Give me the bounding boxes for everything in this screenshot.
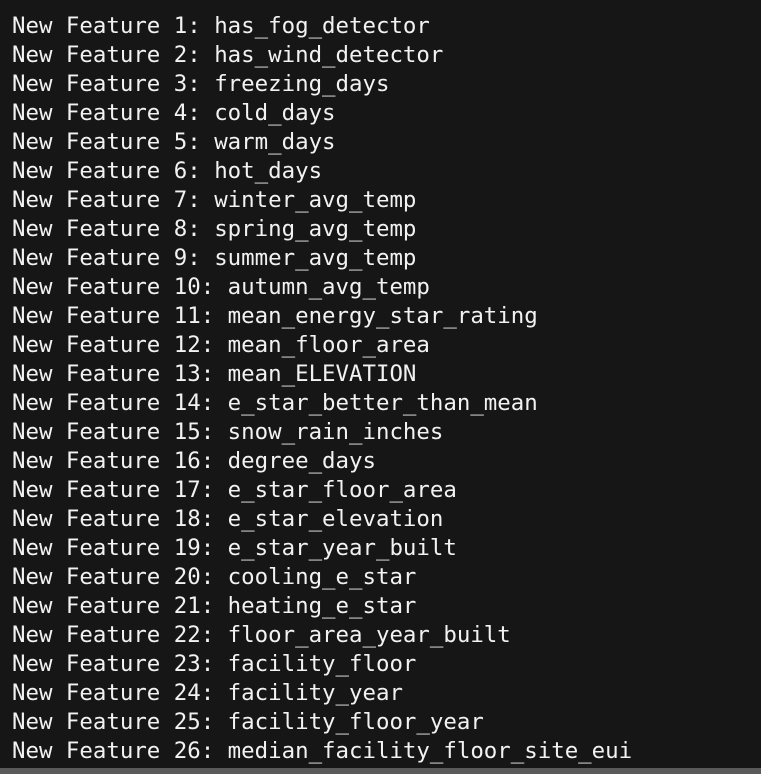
output-line: New Feature 19: e_star_year_built [12, 535, 457, 561]
output-line: New Feature 4: cold_days [12, 100, 336, 126]
horizontal-scrollbar[interactable] [0, 768, 761, 774]
output-line: New Feature 1: has_fog_detector [12, 13, 430, 39]
output-line: New Feature 2: has_wind_detector [12, 42, 444, 68]
output-line: New Feature 10: autumn_avg_temp [12, 274, 430, 300]
output-line: New Feature 17: e_star_floor_area [12, 477, 457, 503]
output-line: New Feature 18: e_star_elevation [12, 506, 444, 532]
output-line: New Feature 25: facility_floor_year [12, 709, 484, 735]
terminal-output-panel: New Feature 1: has_fog_detector New Feat… [0, 0, 761, 774]
output-line: New Feature 8: spring_avg_temp [12, 216, 417, 242]
output-line: New Feature 26: median_facility_floor_si… [12, 738, 633, 764]
output-line: New Feature 24: facility_year [12, 680, 403, 706]
output-line: New Feature 7: winter_avg_temp [12, 187, 417, 213]
output-line: New Feature 21: heating_e_star [12, 593, 417, 619]
output-line: New Feature 13: mean_ELEVATION [12, 361, 417, 387]
output-line: New Feature 5: warm_days [12, 129, 336, 155]
output-line: New Feature 20: cooling_e_star [12, 564, 417, 590]
output-line: New Feature 23: facility_floor [12, 651, 417, 677]
output-line: New Feature 6: hot_days [12, 158, 323, 184]
output-line: New Feature 3: freezing_days [12, 71, 390, 97]
output-line: New Feature 14: e_star_better_than_mean [12, 390, 538, 416]
output-line: New Feature 22: floor_area_year_built [12, 622, 511, 648]
output-line: New Feature 15: snow_rain_inches [12, 419, 444, 445]
output-line: New Feature 11: mean_energy_star_rating [12, 303, 538, 329]
output-lines: New Feature 1: has_fog_detector New Feat… [12, 12, 761, 766]
output-line: New Feature 9: summer_avg_temp [12, 245, 417, 271]
output-line: New Feature 12: mean_floor_area [12, 332, 430, 358]
output-line: New Feature 16: degree_days [12, 448, 376, 474]
